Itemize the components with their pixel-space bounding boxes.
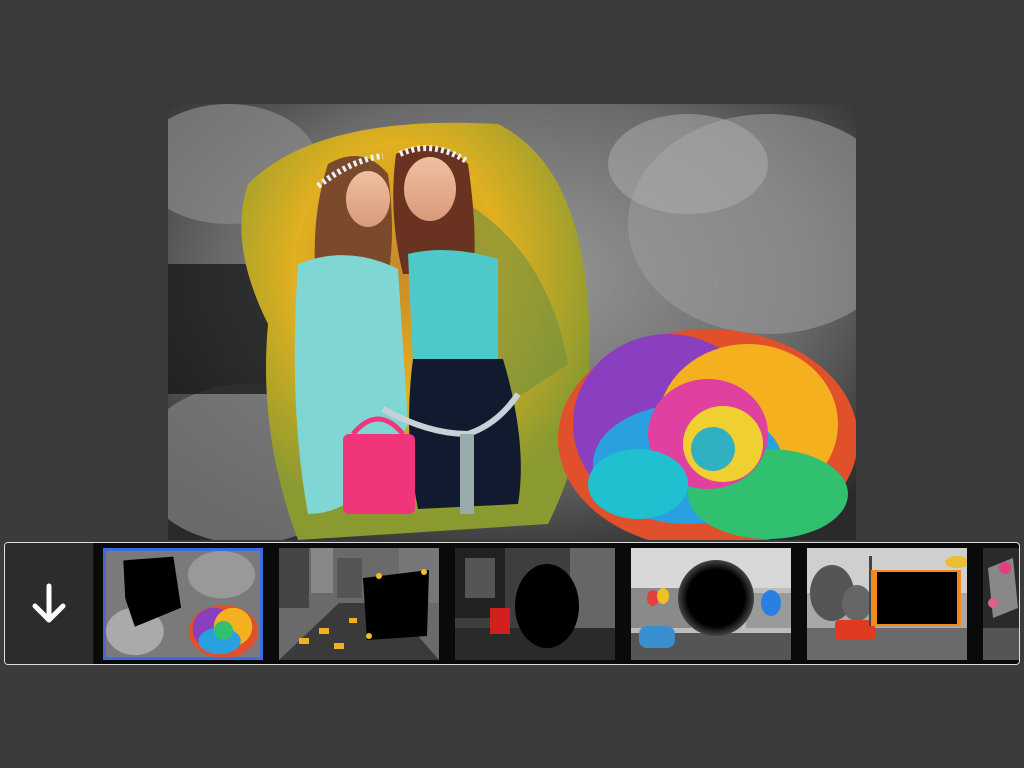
frame-thumbnail-city-taxi[interactable]: [279, 548, 439, 660]
frame-thumbnail-city-night[interactable]: [455, 548, 615, 660]
frame-thumbnail-list: [103, 546, 1019, 662]
download-button[interactable]: [5, 543, 94, 664]
frame-thumbnail-street-car[interactable]: [807, 548, 967, 660]
frame-thumbnail-colosseum[interactable]: [631, 548, 791, 660]
photo-canvas: [168, 104, 856, 540]
frame-strip: [4, 542, 1020, 665]
photo-preview[interactable]: [168, 104, 856, 540]
down-arrow-icon: [32, 583, 66, 622]
frame-thumbnail-rose[interactable]: [103, 548, 263, 660]
frame-thumbnail-flowers[interactable]: [983, 548, 1019, 660]
